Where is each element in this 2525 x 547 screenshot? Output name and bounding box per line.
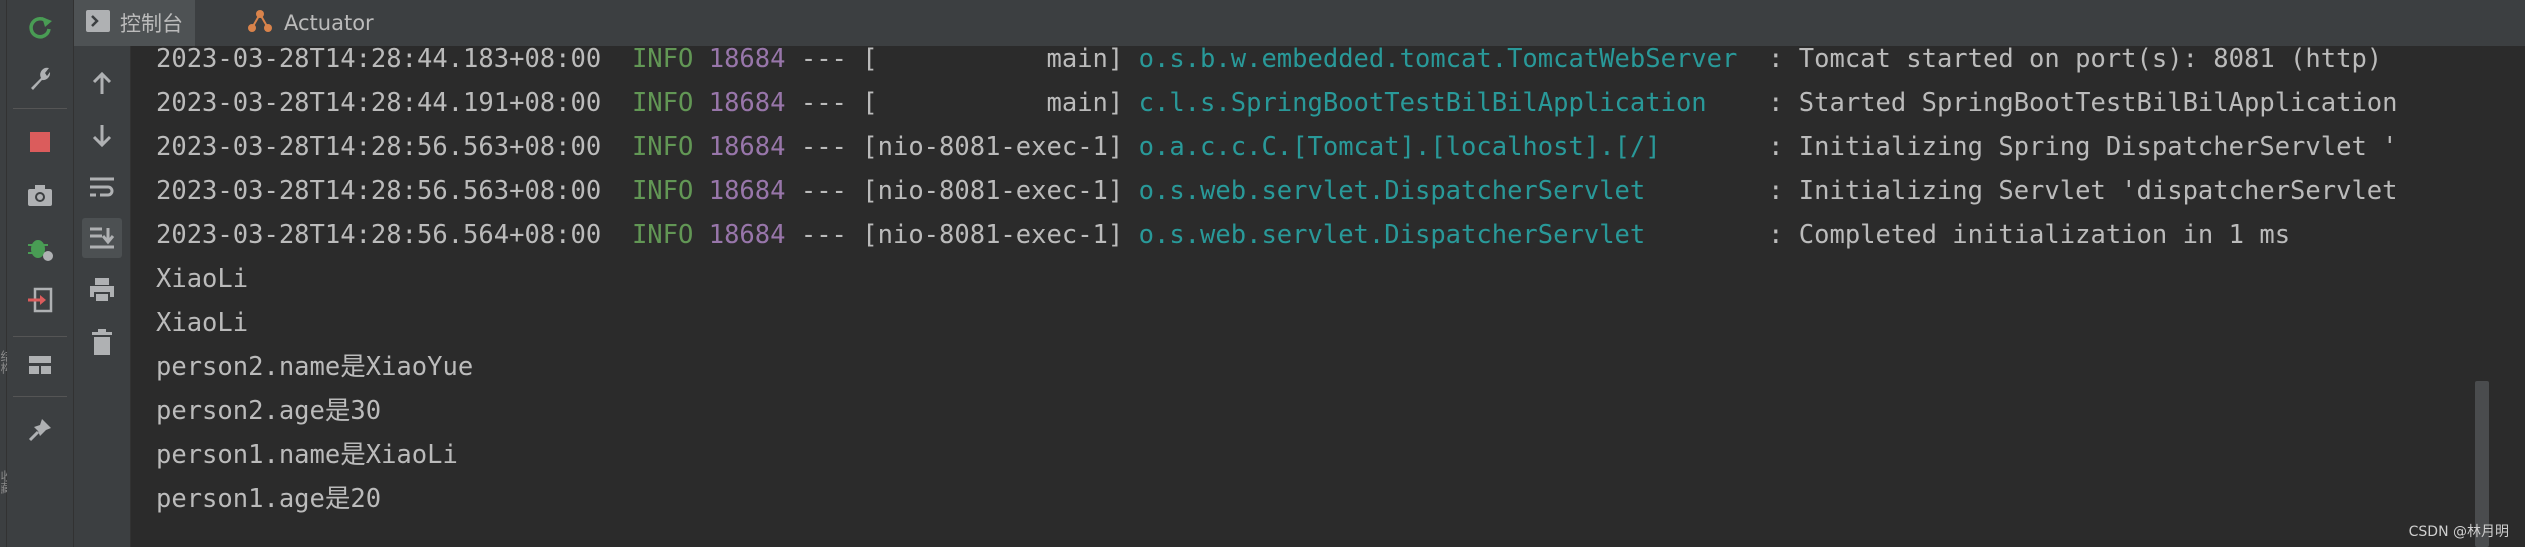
output-line: person1.name是XiaoLi <box>156 440 458 470</box>
output-line: person2.age是30 <box>156 396 382 426</box>
debug-icon[interactable] <box>20 228 60 268</box>
layout-icon[interactable] <box>20 345 60 385</box>
tab-actuator[interactable]: Actuator <box>234 0 386 46</box>
pin-icon[interactable] <box>20 410 60 450</box>
output-line: person1.age是20 <box>156 484 382 514</box>
soft-wrap-icon[interactable] <box>82 167 122 207</box>
tab-console[interactable]: 控制台 <box>74 0 195 46</box>
wrench-icon[interactable] <box>20 58 60 98</box>
log-line: 2023-03-28T14:28:44.191+08:00 INFO 18684… <box>156 88 2398 118</box>
exit-icon[interactable] <box>20 280 60 320</box>
output-line: XiaoLi <box>156 308 249 338</box>
scroll-to-end-icon[interactable] <box>82 218 122 258</box>
tool-window-tabbar: 控制台 Actuator <box>74 0 2525 47</box>
print-icon[interactable] <box>82 270 122 310</box>
log-line: 2023-03-28T14:28:56.563+08:00 INFO 18684… <box>156 132 2398 162</box>
output-line: person2.name是XiaoYue <box>156 352 474 382</box>
console-scrollbar[interactable] <box>2471 46 2525 547</box>
stop-icon[interactable] <box>20 122 60 162</box>
log-line: 2023-03-28T14:28:44.183+08:00 INFO 18684… <box>156 46 2383 74</box>
tab-actuator-label: Actuator <box>284 11 374 35</box>
log-line: 2023-03-28T14:28:56.564+08:00 INFO 18684… <box>156 220 2291 250</box>
tab-console-label: 控制台 <box>120 12 183 36</box>
arrow-down-icon[interactable] <box>82 115 122 155</box>
watermark: CSDN @林月明 <box>2408 524 2509 540</box>
rerun-icon[interactable] <box>20 7 60 47</box>
left-side-rail: 结构 收藏 <box>0 0 13 547</box>
run-toolbar <box>7 0 74 547</box>
log-line: 2023-03-28T14:28:56.563+08:00 INFO 18684… <box>156 176 2398 206</box>
arrow-up-icon[interactable] <box>82 64 122 104</box>
console-toolbar <box>74 46 131 547</box>
output-line: XiaoLi <box>156 264 249 294</box>
camera-icon[interactable] <box>20 175 60 215</box>
trash-icon[interactable] <box>82 322 122 362</box>
console-icon <box>86 9 110 37</box>
actuator-icon <box>246 8 274 39</box>
console-output[interactable]: 2023-03-28T14:28:44.183+08:00 INFO 18684… <box>131 46 2471 547</box>
